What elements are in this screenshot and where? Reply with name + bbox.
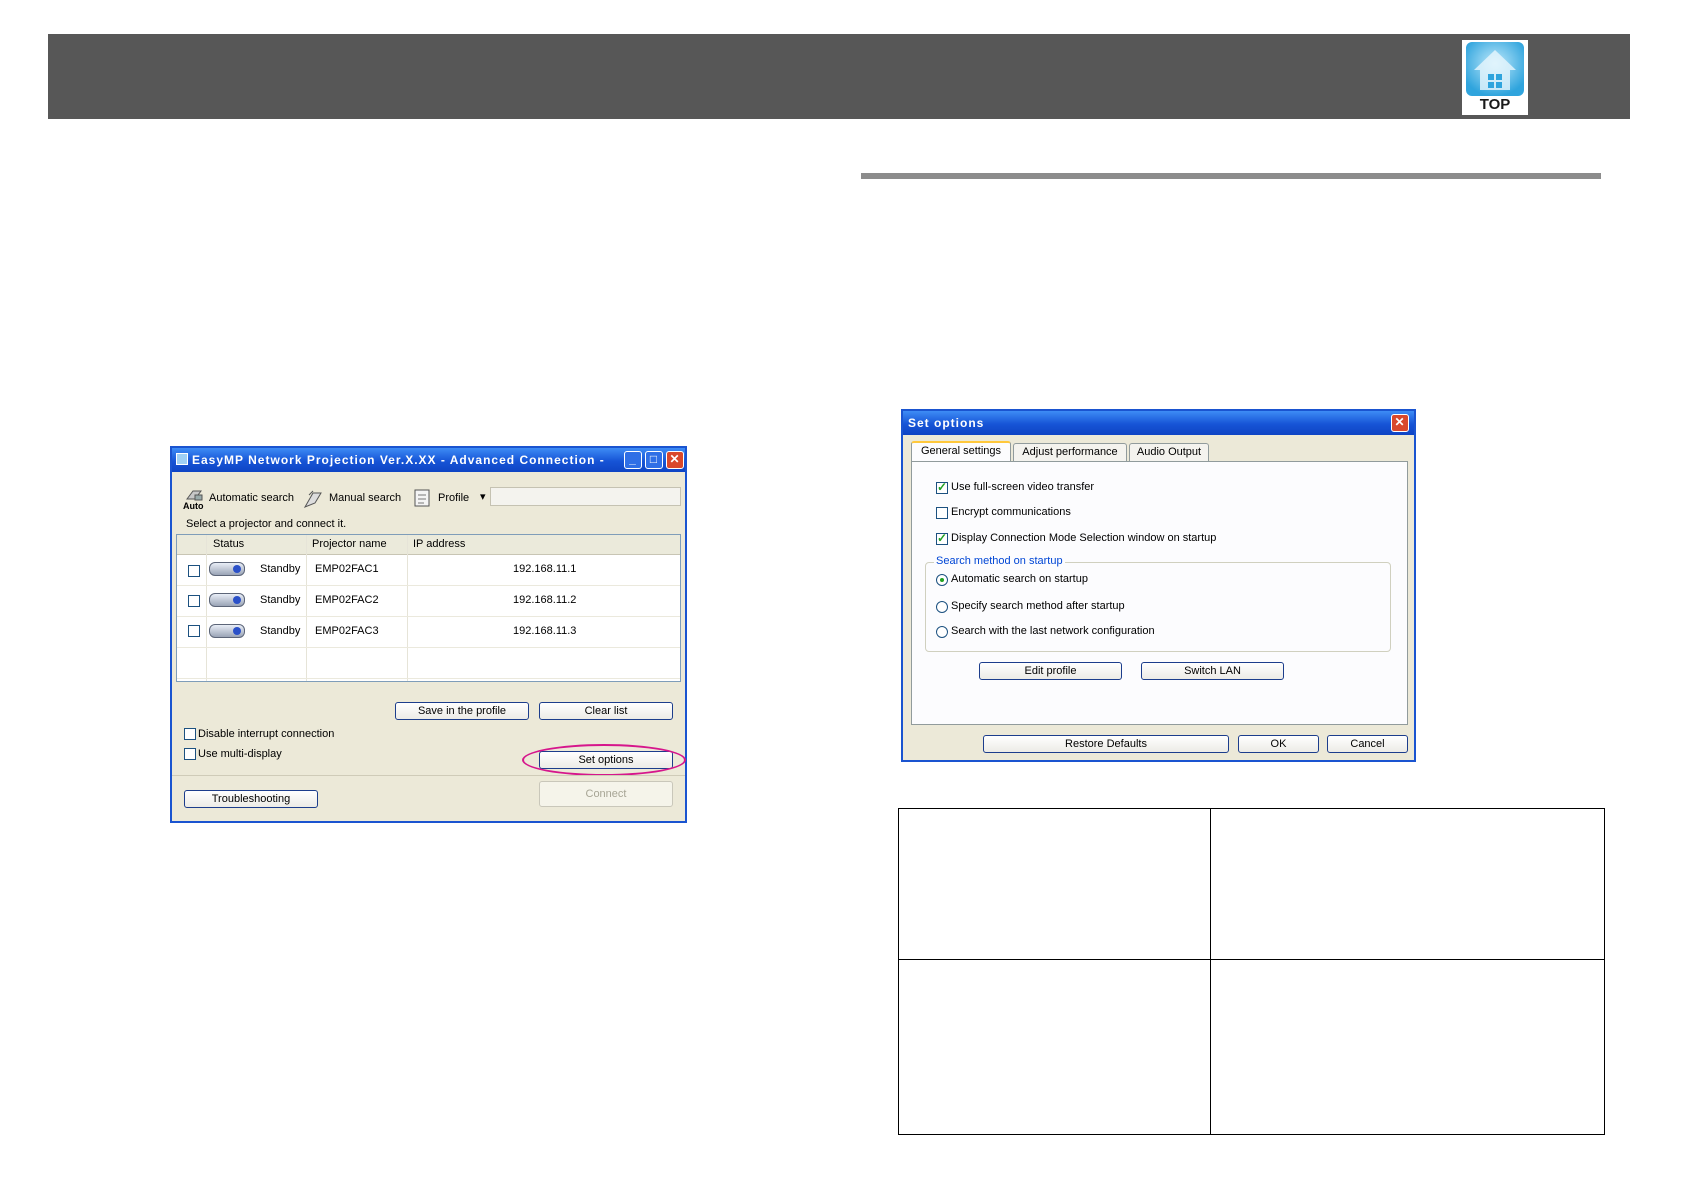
maximize-icon[interactable]: □ [645,451,663,469]
row-projector-name: EMP02FAC3 [315,625,379,637]
automatic-search-icon[interactable]: Auto [183,487,205,511]
dialog-title: Set options [908,416,985,430]
multi-display-checkbox[interactable] [184,748,196,760]
highlight-ellipse [522,744,686,776]
radio-specify-search-label: Specify search method after startup [951,600,1125,612]
projector-icon [209,624,245,638]
tab-general-settings[interactable]: General settings [911,441,1011,461]
window-title: EasyMP Network Projection Ver.X.XX - Adv… [192,453,605,467]
manual-search-icon[interactable] [303,487,325,509]
tab-adjust-performance[interactable]: Adjust performance [1013,443,1127,461]
column-projector-name[interactable]: Projector name [312,538,387,550]
row-projector-name: EMP02FAC1 [315,563,379,575]
row-checkbox[interactable] [188,565,200,577]
row-ip: 192.168.11.1 [513,563,577,575]
set-options-dialog: Set options ✕ General settings Adjust pe… [901,409,1416,762]
profile-icon[interactable] [412,487,432,509]
display-mode-selection-label: Display Connection Mode Selection window… [951,532,1217,544]
connect-button[interactable]: Connect [539,781,673,807]
profile-path-field[interactable] [490,487,681,506]
encrypt-label: Encrypt communications [951,506,1071,518]
dialog-titlebar: Set options ✕ [903,411,1414,435]
instruction-text: Select a projector and connect it. [186,518,347,530]
close-icon[interactable]: ✕ [1391,414,1409,432]
restore-defaults-button[interactable]: Restore Defaults [983,735,1229,753]
page-header-band [48,34,1630,119]
table-cell [1210,808,1605,960]
row-status: Standby [260,594,301,606]
projector-icon [209,593,245,607]
save-in-profile-button[interactable]: Save in the profile [395,702,529,720]
minimize-icon[interactable]: _ [624,451,642,469]
settings-table [898,808,1605,1135]
row-ip: 192.168.11.2 [513,594,577,606]
troubleshooting-button[interactable]: Troubleshooting [184,790,318,808]
projector-list: Status Projector name IP address Standby… [176,534,681,682]
general-settings-panel: Use full-screen video transfer Encrypt c… [911,461,1408,725]
encrypt-checkbox[interactable] [936,507,948,519]
row-ip: 192.168.11.3 [513,625,577,637]
top-logo-text: TOP [1479,96,1511,113]
tab-audio-output[interactable]: Audio Output [1129,443,1209,461]
radio-last-network-label: Search with the last network configurati… [951,625,1155,637]
top-link[interactable]: TOP [1462,40,1528,115]
cancel-button[interactable]: Cancel [1327,735,1408,753]
app-icon [176,453,188,465]
radio-automatic-search-label: Automatic search on startup [951,573,1088,585]
section-rule [861,173,1601,179]
easymp-window: EasyMP Network Projection Ver.X.XX - Adv… [170,446,687,823]
row-checkbox[interactable] [188,595,200,607]
display-mode-selection-checkbox[interactable] [936,531,948,545]
easymp-titlebar: EasyMP Network Projection Ver.X.XX - Adv… [172,448,685,472]
ok-button[interactable]: OK [1238,735,1319,753]
row-status: Standby [260,625,301,637]
auto-label: Auto [183,501,204,511]
switch-lan-button[interactable]: Switch LAN [1141,662,1284,680]
profile-dropdown-icon[interactable]: ▾ [480,490,486,503]
row-status: Standby [260,563,301,575]
table-cell [1210,959,1605,1135]
row-projector-name: EMP02FAC2 [315,594,379,606]
disable-interrupt-checkbox[interactable] [184,728,196,740]
projector-icon [209,562,245,576]
clear-list-button[interactable]: Clear list [539,702,673,720]
radio-last-network[interactable] [936,626,948,638]
table-cell [898,959,1211,1135]
manual-search-button[interactable]: Manual search [329,492,401,504]
profile-button[interactable]: Profile [438,492,469,504]
row-checkbox[interactable] [188,625,200,637]
radio-specify-search[interactable] [936,601,948,613]
close-icon[interactable]: ✕ [666,451,684,469]
full-screen-checkbox[interactable] [936,480,948,494]
table-cell [898,808,1211,960]
multi-display-label: Use multi-display [198,748,282,760]
radio-automatic-search[interactable] [936,574,948,586]
edit-profile-button[interactable]: Edit profile [979,662,1122,680]
column-ip-address[interactable]: IP address [413,538,465,550]
column-status[interactable]: Status [213,538,244,550]
automatic-search-button[interactable]: Automatic search [209,492,294,504]
disable-interrupt-label: Disable interrupt connection [198,728,335,740]
search-method-label: Search method on startup [934,555,1065,567]
full-screen-label: Use full-screen video transfer [951,481,1095,493]
